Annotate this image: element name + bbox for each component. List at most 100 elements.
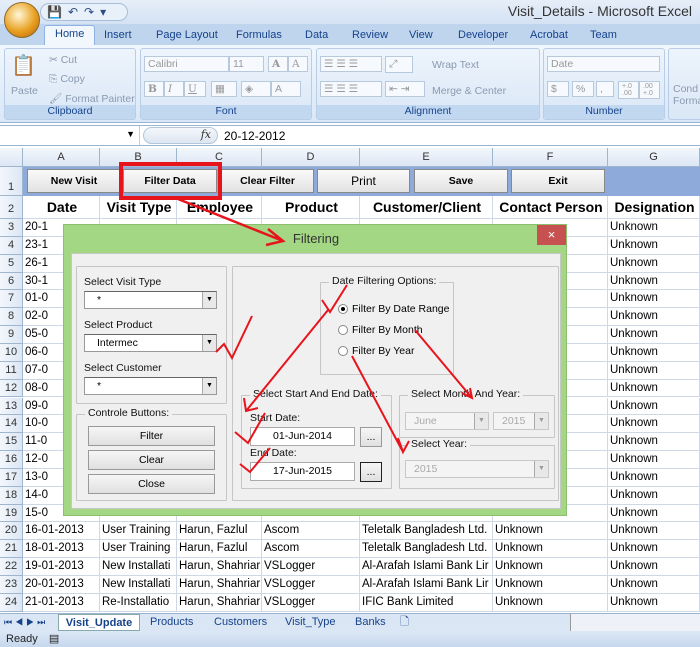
column-header[interactable]: C xyxy=(177,148,262,167)
table-cell[interactable]: Unknown xyxy=(493,593,608,612)
formula-input[interactable]: 20-12-2012 xyxy=(224,129,285,143)
row-header[interactable]: 5 xyxy=(0,254,23,273)
table-cell[interactable]: VSLogger xyxy=(262,576,360,594)
customize-icon[interactable]: ▾ xyxy=(100,5,106,19)
office-button[interactable] xyxy=(4,2,40,38)
table-cell[interactable]: Unknown xyxy=(608,397,700,416)
indent-icons[interactable]: ⇤ ⇥ xyxy=(385,81,425,97)
save-icon[interactable]: 💾 xyxy=(47,5,62,19)
table-cell[interactable]: Unknown xyxy=(608,290,700,309)
horizontal-scrollbar[interactable] xyxy=(570,614,700,631)
comma-button[interactable]: , xyxy=(596,81,614,97)
row-header[interactable]: 10 xyxy=(0,343,23,362)
start-date-input[interactable]: 01-Jun-2014 xyxy=(250,427,355,446)
row-header[interactable]: 8 xyxy=(0,308,23,327)
currency-button[interactable]: $ xyxy=(547,81,569,97)
tab-insert[interactable]: Insert xyxy=(104,27,132,43)
table-cell[interactable]: Al-Arafah Islami Bank Lir xyxy=(360,576,493,594)
chevron-down-icon[interactable]: ▼ xyxy=(202,378,216,394)
insert-function-button[interactable]: fx xyxy=(143,127,218,144)
row-header[interactable]: 2 xyxy=(0,196,23,219)
table-cell[interactable]: Al-Arafah Islami Bank Lir xyxy=(360,558,493,576)
row-header[interactable]: 13 xyxy=(0,397,23,416)
italic-button[interactable]: I xyxy=(164,81,184,97)
radio-month[interactable]: Filter By Month xyxy=(338,324,423,336)
table-cell[interactable]: Unknown xyxy=(608,272,700,291)
row-header[interactable]: 24 xyxy=(0,593,23,612)
row-header[interactable]: 18 xyxy=(0,486,23,505)
table-cell[interactable]: Teletalk Bangladesh Ltd. xyxy=(360,522,493,541)
font-size-select[interactable]: 11 xyxy=(229,56,264,72)
table-cell[interactable]: Harun, Fazlul xyxy=(177,522,262,541)
decrease-decimal-button[interactable]: .00 +.0 xyxy=(639,81,660,99)
start-date-picker-button[interactable]: ... xyxy=(360,427,382,447)
tab-page-layout[interactable]: Page Layout xyxy=(156,27,218,43)
row-header[interactable]: 9 xyxy=(0,326,23,344)
column-header[interactable]: E xyxy=(360,148,493,167)
tab-team[interactable]: Team xyxy=(590,27,617,43)
table-cell[interactable]: Unknown xyxy=(608,433,700,452)
radio-icon[interactable] xyxy=(338,304,348,314)
table-cell[interactable]: Unknown xyxy=(608,379,700,398)
tab-view[interactable]: View xyxy=(409,27,433,43)
table-cell[interactable]: Harun, Fazlul xyxy=(177,540,262,559)
table-cell[interactable]: Re-Installatio xyxy=(100,593,177,612)
row-header[interactable]: 11 xyxy=(0,361,23,380)
table-cell[interactable]: VSLogger xyxy=(262,593,360,612)
horizontal-align-icons[interactable]: ☰ ☰ ☰ xyxy=(320,81,382,97)
insert-sheet-icon[interactable]: 🗋 xyxy=(400,614,409,631)
chevron-down-icon[interactable]: ▼ xyxy=(202,292,216,308)
column-header[interactable]: F xyxy=(493,148,608,167)
macro-record-icon[interactable]: ▤ xyxy=(49,633,59,645)
shrink-font-button[interactable]: A xyxy=(288,56,308,72)
close-icon[interactable]: × xyxy=(537,225,566,245)
tab-developer[interactable]: Developer xyxy=(458,27,508,43)
table-cell[interactable]: Ascom xyxy=(262,522,360,541)
row-header[interactable]: 22 xyxy=(0,558,23,576)
table-cell[interactable]: Unknown xyxy=(608,504,700,523)
radio-icon[interactable] xyxy=(338,346,348,356)
row-header[interactable]: 1 xyxy=(0,167,23,196)
table-cell[interactable]: Harun, Shahriar xyxy=(177,593,262,612)
format-painter-button[interactable]: 🖌 Format Painter xyxy=(49,92,135,105)
sheet-tab-visit-type[interactable]: Visit_Type xyxy=(285,614,336,631)
table-cell[interactable]: Unknown xyxy=(493,558,608,576)
row-header[interactable]: 4 xyxy=(0,236,23,255)
month-select[interactable]: June ▼ xyxy=(405,412,489,430)
table-cell[interactable]: Unknown xyxy=(608,415,700,434)
sheet-tab-banks[interactable]: Banks xyxy=(355,614,386,631)
merge-center-button[interactable]: Merge & Center xyxy=(432,85,506,97)
table-cell[interactable]: User Training xyxy=(100,522,177,541)
row-header[interactable]: 17 xyxy=(0,468,23,487)
table-cell[interactable]: Unknown xyxy=(608,540,700,559)
filter-data-button[interactable]: Filter Data xyxy=(123,169,217,193)
increase-decimal-button[interactable]: +.0 .00 xyxy=(618,81,639,99)
table-cell[interactable]: Unknown xyxy=(493,540,608,559)
row-header[interactable]: 15 xyxy=(0,433,23,452)
table-cell[interactable]: Unknown xyxy=(608,236,700,255)
tab-review[interactable]: Review xyxy=(352,27,388,43)
copy-button[interactable]: ⎘ Copy xyxy=(49,73,85,86)
select-all-corner[interactable] xyxy=(0,148,23,167)
clear-filter-button[interactable]: Clear Filter xyxy=(221,169,314,193)
radio-year[interactable]: Filter By Year xyxy=(338,345,414,357)
tab-data[interactable]: Data xyxy=(305,27,328,43)
row-header[interactable]: 6 xyxy=(0,272,23,291)
chevron-down-icon[interactable]: ▼ xyxy=(126,129,135,139)
table-cell[interactable]: Teletalk Bangladesh Ltd. xyxy=(360,540,493,559)
wrap-text-button[interactable]: Wrap Text xyxy=(432,59,479,71)
chevron-down-icon[interactable]: ▼ xyxy=(202,335,216,351)
close-button[interactable]: Close xyxy=(88,474,215,494)
row-header[interactable]: 3 xyxy=(0,219,23,237)
column-header[interactable]: B xyxy=(100,148,177,167)
chevron-down-icon[interactable]: ▼ xyxy=(474,413,488,429)
font-name-select[interactable]: Calibri xyxy=(144,56,229,72)
end-date-picker-button[interactable]: ... xyxy=(360,462,382,482)
table-cell[interactable]: Unknown xyxy=(608,326,700,344)
row-header[interactable]: 19 xyxy=(0,504,23,523)
customer-select[interactable]: * ▼ xyxy=(84,377,217,395)
table-cell[interactable]: Unknown xyxy=(608,522,700,541)
bold-button[interactable]: B xyxy=(144,81,164,97)
tab-formulas[interactable]: Formulas xyxy=(236,27,282,43)
filter-button[interactable]: Filter xyxy=(88,426,215,446)
